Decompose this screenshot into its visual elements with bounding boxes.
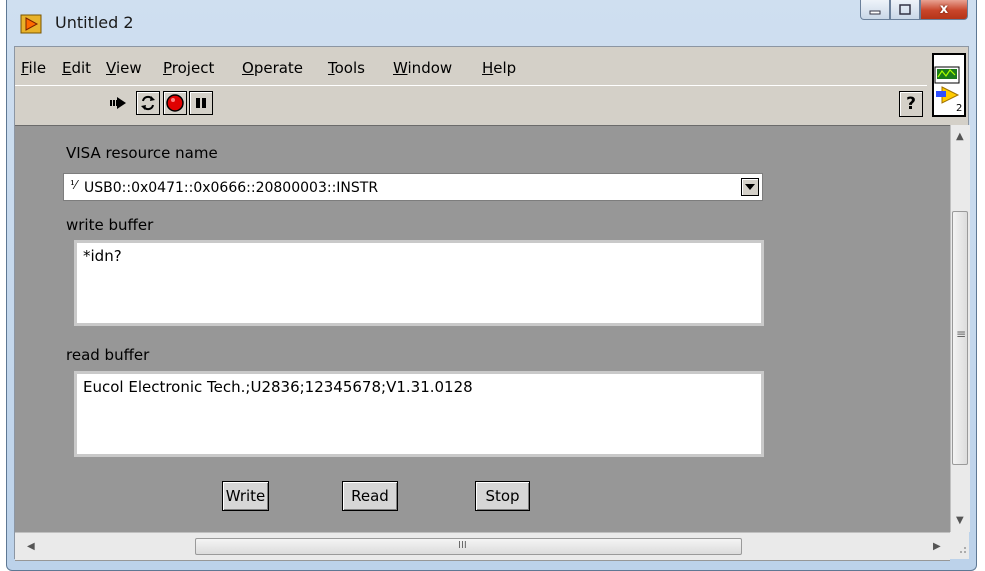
menu-file[interactable]: File	[21, 59, 46, 77]
minimize-button[interactable]	[860, 0, 890, 20]
menu-tools[interactable]: Tools	[328, 59, 365, 77]
visa-dropdown-button[interactable]	[741, 178, 759, 196]
close-button[interactable]: x	[920, 0, 968, 20]
scroll-up-icon[interactable]: ▲	[956, 131, 964, 142]
toolbar-divider	[15, 85, 927, 86]
abort-button[interactable]	[163, 91, 187, 115]
pause-icon	[196, 98, 206, 108]
pause-button[interactable]	[189, 91, 213, 115]
menu-bar: File Edit View Project Operate Tools Win…	[15, 47, 968, 85]
scroll-right-icon[interactable]: ▶	[933, 541, 941, 552]
abort-stop-icon	[166, 94, 184, 112]
scroll-down-icon[interactable]: ▼	[956, 515, 964, 526]
help-icon: ?	[906, 94, 916, 114]
vertical-scroll-thumb[interactable]: ≡	[952, 211, 968, 465]
app-window: Untitled 2 x File Edit View Project Oper…	[6, 0, 977, 571]
visa-resource-label: VISA resource name	[66, 144, 218, 162]
client-area: File Edit View Project Operate Tools Win…	[14, 46, 970, 561]
menu-project[interactable]: Project	[163, 59, 214, 77]
chevron-down-icon	[745, 184, 755, 190]
visa-resource-control[interactable]: ⅟ USB0::0x0471::0x0666::20800003::INSTR	[63, 173, 763, 201]
minimize-icon	[869, 10, 881, 14]
context-help-button[interactable]: ?	[899, 91, 923, 117]
run-continuously-icon	[141, 95, 155, 111]
menu-edit[interactable]: Edit	[62, 59, 91, 77]
run-continuously-button[interactable]	[136, 91, 160, 115]
menu-view[interactable]: View	[106, 59, 142, 77]
run-arrow-icon	[110, 97, 126, 109]
resize-grip[interactable]	[950, 532, 969, 559]
menu-help[interactable]: Help	[482, 59, 516, 77]
vertical-grip: ≡	[956, 327, 967, 341]
write-buffer-input[interactable]: *idn?	[74, 240, 764, 326]
vertical-scrollbar[interactable]: ▲ ≡ ▼	[950, 125, 970, 532]
scroll-left-icon[interactable]: ◀	[27, 541, 35, 552]
horizontal-scrollbar[interactable]: ◀ III ▶	[15, 532, 950, 560]
write-button[interactable]: Write	[222, 481, 269, 511]
read-buffer-label: read buffer	[66, 346, 150, 364]
labview-app-icon	[20, 14, 42, 34]
front-panel: VISA resource name ⅟ USB0::0x0471::0x066…	[15, 125, 950, 561]
vi-number: 2	[956, 103, 962, 114]
write-buffer-label: write buffer	[66, 216, 154, 234]
read-buffer-display[interactable]: Eucol Electronic Tech.;U2836;12345678;V1…	[74, 371, 764, 457]
menu-window[interactable]: Window	[393, 59, 452, 77]
visa-io-icon: ⅟	[70, 178, 77, 192]
resize-grip-icon	[960, 547, 966, 553]
title-bar[interactable]: Untitled 2 x	[7, 0, 976, 44]
vi-connector-icon: 2	[934, 66, 962, 114]
visa-resource-value: USB0::0x0471::0x0666::20800003::INSTR	[84, 180, 379, 196]
horizontal-grip: III	[458, 540, 467, 551]
maximize-icon	[899, 4, 911, 15]
vi-icon[interactable]: 2	[932, 53, 966, 117]
read-button[interactable]: Read	[342, 481, 398, 511]
run-button[interactable]	[108, 91, 132, 115]
menu-operate[interactable]: Operate	[242, 59, 303, 77]
window-title: Untitled 2	[55, 13, 134, 32]
maximize-button[interactable]	[890, 0, 920, 20]
close-icon: x	[939, 2, 949, 17]
stop-button[interactable]: Stop	[475, 481, 530, 511]
horizontal-scroll-thumb[interactable]: III	[195, 538, 742, 555]
